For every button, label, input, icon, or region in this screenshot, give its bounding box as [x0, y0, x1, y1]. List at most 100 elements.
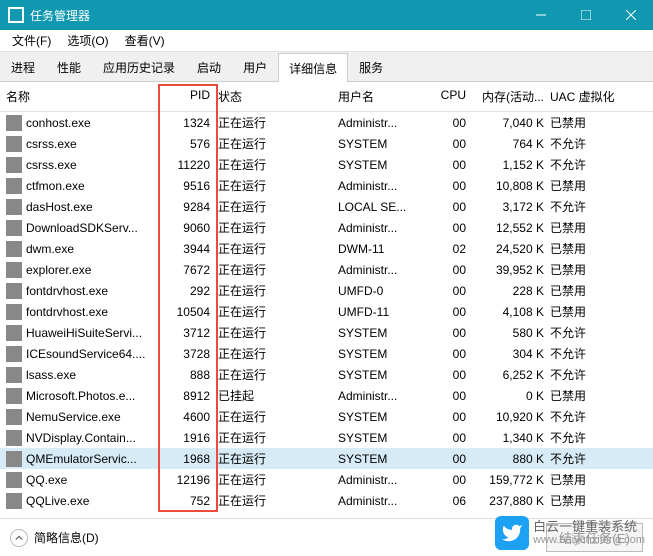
process-icon — [6, 430, 22, 446]
process-name: explorer.exe — [26, 263, 91, 277]
process-icon — [6, 304, 22, 320]
col-pid[interactable]: PID — [164, 88, 218, 105]
process-cpu: 00 — [430, 158, 472, 172]
tab-1[interactable]: 性能 — [46, 52, 92, 81]
table-row[interactable]: fontdrvhost.exe10504正在运行UMFD-11004,108 K… — [0, 301, 653, 322]
process-mem: 24,520 K — [472, 242, 550, 256]
menu-file[interactable]: 文件(F) — [4, 30, 59, 51]
process-status: 正在运行 — [218, 345, 338, 362]
process-status: 正在运行 — [218, 261, 338, 278]
process-status: 正在运行 — [218, 324, 338, 341]
table-row[interactable]: QMEmulatorServic...1968正在运行SYSTEM00880 K… — [0, 448, 653, 469]
process-icon — [6, 115, 22, 131]
table-row[interactable]: csrss.exe576正在运行SYSTEM00764 K不允许 — [0, 133, 653, 154]
tab-0[interactable]: 进程 — [0, 52, 46, 81]
process-pid: 3728 — [164, 347, 218, 361]
minimize-button[interactable] — [518, 0, 563, 30]
process-list: conhost.exe1324正在运行Administr...007,040 K… — [0, 112, 653, 511]
col-uac[interactable]: UAC 虚拟化 — [550, 88, 630, 105]
process-name: fontdrvhost.exe — [26, 284, 108, 298]
table-row[interactable]: explorer.exe7672正在运行Administr...0039,952… — [0, 259, 653, 280]
process-mem: 6,252 K — [472, 368, 550, 382]
maximize-button[interactable] — [563, 0, 608, 30]
col-mem[interactable]: 内存(活动... — [472, 88, 550, 105]
col-cpu[interactable]: CPU — [430, 88, 472, 105]
process-mem: 304 K — [472, 347, 550, 361]
table-row[interactable]: lsass.exe888正在运行SYSTEM006,252 K不允许 — [0, 364, 653, 385]
process-uac: 不允许 — [550, 135, 630, 152]
table-row[interactable]: ICEsoundService64....3728正在运行SYSTEM00304… — [0, 343, 653, 364]
process-pid: 752 — [164, 494, 218, 508]
col-user[interactable]: 用户名 — [338, 88, 430, 105]
table-row[interactable]: dwm.exe3944正在运行DWM-110224,520 K已禁用 — [0, 238, 653, 259]
process-user: SYSTEM — [338, 347, 430, 361]
table-row[interactable]: QQ.exe12196正在运行Administr...00159,772 K已禁… — [0, 469, 653, 490]
process-cpu: 00 — [430, 305, 472, 319]
process-name: QQ.exe — [26, 473, 67, 487]
process-status: 已挂起 — [218, 387, 338, 404]
less-details-label[interactable]: 简略信息(D) — [34, 529, 99, 546]
tab-5[interactable]: 详细信息 — [278, 53, 348, 82]
process-cpu: 00 — [430, 452, 472, 466]
table-row[interactable]: NVDisplay.Contain...1916正在运行SYSTEM001,34… — [0, 427, 653, 448]
process-cpu: 00 — [430, 368, 472, 382]
menu-options[interactable]: 选项(O) — [59, 30, 116, 51]
table-row[interactable]: DownloadSDKServ...9060正在运行Administr...00… — [0, 217, 653, 238]
table-row[interactable]: dasHost.exe9284正在运行LOCAL SE...003,172 K不… — [0, 196, 653, 217]
process-icon — [6, 367, 22, 383]
process-cpu: 00 — [430, 137, 472, 151]
process-uac: 不允许 — [550, 450, 630, 467]
process-name: ctfmon.exe — [26, 179, 85, 193]
table-row[interactable]: csrss.exe11220正在运行SYSTEM001,152 K不允许 — [0, 154, 653, 175]
col-name[interactable]: 名称 — [6, 88, 164, 105]
process-status: 正在运行 — [218, 450, 338, 467]
process-uac: 已禁用 — [550, 219, 630, 236]
process-pid: 3712 — [164, 326, 218, 340]
process-name: csrss.exe — [26, 137, 77, 151]
table-row[interactable]: ctfmon.exe9516正在运行Administr...0010,808 K… — [0, 175, 653, 196]
process-uac: 不允许 — [550, 198, 630, 215]
process-uac: 已禁用 — [550, 282, 630, 299]
process-status: 正在运行 — [218, 198, 338, 215]
table-row[interactable]: fontdrvhost.exe292正在运行UMFD-000228 K已禁用 — [0, 280, 653, 301]
col-status[interactable]: 状态 — [218, 88, 338, 105]
process-status: 正在运行 — [218, 177, 338, 194]
column-headers: 名称 PID 状态 用户名 CPU 内存(活动... UAC 虚拟化 — [0, 82, 653, 112]
process-cpu: 00 — [430, 389, 472, 403]
process-user: LOCAL SE... — [338, 200, 430, 214]
table-row[interactable]: HuaweiHiSuiteServi...3712正在运行SYSTEM00580… — [0, 322, 653, 343]
process-pid: 10504 — [164, 305, 218, 319]
table-row[interactable]: Microsoft.Photos.e...8912已挂起Administr...… — [0, 385, 653, 406]
tab-2[interactable]: 应用历史记录 — [92, 52, 186, 81]
process-uac: 已禁用 — [550, 303, 630, 320]
process-icon — [6, 451, 22, 467]
process-mem: 12,552 K — [472, 221, 550, 235]
process-user: Administr... — [338, 389, 430, 403]
process-mem: 3,172 K — [472, 200, 550, 214]
table-row[interactable]: QQLive.exe752正在运行Administr...06237,880 K… — [0, 490, 653, 511]
process-mem: 7,040 K — [472, 116, 550, 130]
process-cpu: 00 — [430, 431, 472, 445]
close-button[interactable] — [608, 0, 653, 30]
process-status: 正在运行 — [218, 366, 338, 383]
table-row[interactable]: conhost.exe1324正在运行Administr...007,040 K… — [0, 112, 653, 133]
process-cpu: 06 — [430, 494, 472, 508]
app-icon — [8, 7, 24, 23]
menu-view[interactable]: 查看(V) — [117, 30, 173, 51]
process-user: Administr... — [338, 221, 430, 235]
process-mem: 0 K — [472, 389, 550, 403]
process-name: fontdrvhost.exe — [26, 305, 108, 319]
process-user: SYSTEM — [338, 368, 430, 382]
process-icon — [6, 136, 22, 152]
tab-6[interactable]: 服务 — [348, 52, 394, 81]
process-user: DWM-11 — [338, 242, 430, 256]
process-uac: 不允许 — [550, 345, 630, 362]
less-details-toggle[interactable] — [10, 529, 28, 547]
tab-4[interactable]: 用户 — [232, 52, 278, 81]
process-user: SYSTEM — [338, 410, 430, 424]
process-user: Administr... — [338, 494, 430, 508]
tab-3[interactable]: 启动 — [186, 52, 232, 81]
process-name: NVDisplay.Contain... — [26, 431, 136, 445]
process-status: 正在运行 — [218, 114, 338, 131]
table-row[interactable]: NemuService.exe4600正在运行SYSTEM0010,920 K不… — [0, 406, 653, 427]
